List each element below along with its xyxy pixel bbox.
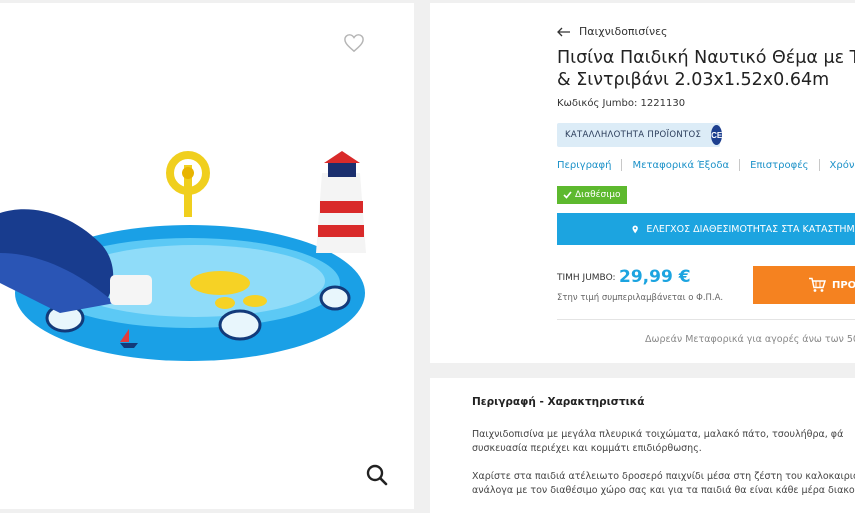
availability-button-label: ΕΛΕΓΧΟΣ ΔΙΑΘΕΣΙΜΟΤΗΤΑΣ ΣΤΑ ΚΑΤΑΣΤΗΜΑΤ	[646, 223, 855, 235]
info-tabs: Περιγραφή Μεταφορικά Έξοδα Επιστροφές Χρ…	[557, 159, 855, 171]
product-title-line-2: & Σιντριβάνι 2.03x1.52x0.64m	[557, 70, 830, 90]
vat-note: Στην τιμή συμπεριλαμβάνεται ο Φ.Π.Α.	[557, 293, 724, 303]
product-certification-badge[interactable]: ΚΑΤΑΛΛΗΛΟΤΗΤΑ ΠΡΟΪΟΝΤΟΣ CE	[557, 123, 723, 147]
certification-label: ΚΑΤΑΛΛΗΛΟΤΗΤΑ ΠΡΟΪΟΝΤΟΣ	[565, 130, 702, 140]
tab-divider	[818, 159, 820, 171]
arrow-left-icon[interactable]	[557, 27, 571, 37]
tab-divider	[739, 159, 741, 171]
stock-status-badge: Διαθέσιμο	[557, 186, 627, 204]
description-p1-line-2: συσκευασία περιέχει και κομμάτι επιδιόρθ…	[472, 443, 702, 454]
free-shipping-note: Δωρεάν Μεταφορικά για αγορές άνω των 50€	[645, 334, 855, 345]
product-code: Κωδικός Jumbo: 1221130	[557, 98, 686, 109]
divider	[557, 319, 855, 320]
tab-description[interactable]: Περιγραφή	[557, 160, 621, 171]
tab-divider	[621, 159, 623, 171]
tab-returns[interactable]: Επιστροφές	[750, 160, 818, 171]
add-to-cart-button[interactable]: ΠΡΟΣ	[753, 266, 855, 304]
description-panel: Περιγραφή - Χαρακτηριστικά Παιχνιδοπισίν…	[430, 378, 855, 513]
description-p1-line-1: Παιχνιδοπισίνα με μεγάλα πλευρικά τοιχώμ…	[472, 429, 844, 440]
price-value: 29,99 €	[619, 267, 691, 287]
price-label: ΤΙΜΗ JUMBO:	[557, 273, 616, 283]
check-store-availability-button[interactable]: ΕΛΕΓΧΟΣ ΔΙΑΘΕΣΙΜΟΤΗΤΑΣ ΣΤΑ ΚΑΤΑΣΤΗΜΑΤ	[557, 213, 855, 245]
ce-mark-icon: CE	[711, 125, 723, 145]
tab-delivery-times[interactable]: Χρόνοι Παρ	[830, 160, 855, 171]
product-title: Πισίνα Παιδική Ναυτικό Θέμα με Το & Σιντ…	[557, 47, 855, 91]
product-info-panel: Παιχνιδοπισίνες Πισίνα Παιδική Ναυτικό Θ…	[430, 3, 855, 363]
description-paragraph-1: Παιχνιδοπισίνα με μεγάλα πλευρικά τοιχώμ…	[472, 428, 855, 456]
description-p2-line-2: ανάλογα με τον διαθέσιμο χώρο σας και γι…	[472, 485, 855, 496]
map-pin-icon	[632, 225, 638, 233]
cart-icon	[808, 277, 826, 292]
heart-outline-icon[interactable]	[343, 33, 365, 53]
tab-shipping-costs[interactable]: Μεταφορικά Έξοδα	[632, 160, 739, 171]
magnifier-icon[interactable]	[365, 463, 389, 487]
breadcrumb-label[interactable]: Παιχνιδοπισίνες	[579, 25, 668, 38]
checkmark-icon	[563, 191, 572, 199]
breadcrumb[interactable]: Παιχνιδοπισίνες	[557, 25, 668, 38]
description-paragraph-2: Χαρίστε στα παιδιά ατέλειωτο δροσερό παι…	[472, 470, 855, 498]
add-to-cart-label: ΠΡΟΣ	[831, 279, 855, 291]
description-p2-line-1: Χαρίστε στα παιδιά ατέλειωτο δροσερό παι…	[472, 471, 855, 482]
description-title: Περιγραφή - Χαρακτηριστικά	[472, 396, 645, 408]
product-title-line-1: Πισίνα Παιδική Ναυτικό Θέμα με Το	[557, 48, 855, 68]
stock-status-label: Διαθέσιμο	[575, 190, 621, 200]
product-image[interactable]	[0, 143, 370, 373]
product-gallery	[0, 3, 414, 509]
